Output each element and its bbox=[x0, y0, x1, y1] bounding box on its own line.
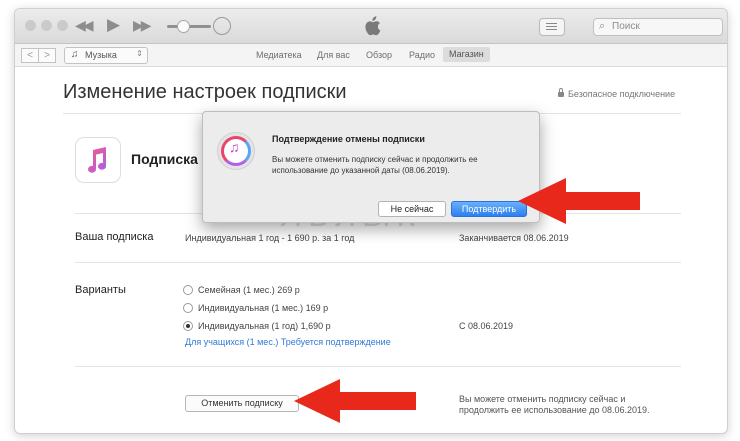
secure-connection-text: Безопасное подключение bbox=[568, 89, 676, 99]
tab-library[interactable]: Медиатека bbox=[256, 50, 302, 60]
music-note-icon: ♫ bbox=[229, 139, 240, 155]
arrow-left-icon bbox=[294, 379, 416, 423]
tab-radio[interactable]: Радио bbox=[409, 50, 435, 60]
option-label: Семейная (1 мес.) 269 р bbox=[198, 285, 300, 295]
option-individual-yearly-radio[interactable] bbox=[183, 321, 193, 331]
option-label: Индивидуальная (1 год) 1,690 р bbox=[198, 321, 331, 331]
search-input[interactable]: ⌕ Поиск bbox=[593, 18, 723, 36]
dialog-message: Вы можете отменить подписку сейчас и про… bbox=[272, 154, 520, 176]
title-bar: ◀◀ ▶ ▶▶ ⌕ Поиск bbox=[15, 9, 727, 44]
section-divider bbox=[75, 262, 681, 263]
media-source-selector[interactable]: ♫ Музыка ⇕ bbox=[64, 47, 148, 64]
cancel-info-line: Вы можете отменить подписку сейчас и bbox=[459, 394, 626, 404]
lock-icon bbox=[558, 88, 564, 97]
search-icon: ⌕ bbox=[599, 20, 606, 32]
current-plan-text: Индивидуальная 1 год - 1 690 р. за 1 год bbox=[185, 233, 355, 243]
dialog-title: Подтверждение отмены подписки bbox=[272, 134, 425, 144]
product-name: Подписка bbox=[131, 151, 198, 167]
apple-logo-icon bbox=[365, 16, 381, 36]
forward-button[interactable]: > bbox=[38, 48, 56, 63]
cancel-info-line: продолжить ее использование до 08.06.201… bbox=[459, 405, 650, 415]
options-label: Варианты bbox=[75, 284, 126, 296]
airplay-icon[interactable] bbox=[213, 17, 231, 35]
option-individual-monthly-radio[interactable] bbox=[183, 303, 193, 313]
back-button[interactable]: < bbox=[21, 48, 39, 63]
tab-store[interactable]: Магазин bbox=[443, 47, 490, 62]
tab-for-you[interactable]: Для вас bbox=[317, 50, 350, 60]
option-family-monthly-radio[interactable] bbox=[183, 285, 193, 295]
minimize-window-button[interactable] bbox=[41, 20, 52, 31]
confirm-button[interactable]: Подтвердить bbox=[451, 201, 527, 217]
zoom-window-button[interactable] bbox=[57, 20, 68, 31]
music-note-icon bbox=[88, 147, 107, 173]
media-source-label: Музыка bbox=[85, 50, 117, 60]
play-icon[interactable]: ▶ bbox=[107, 15, 120, 35]
secure-connection-label: Безопасное подключение bbox=[558, 88, 676, 99]
your-subscription-label: Ваша подписка bbox=[75, 231, 154, 243]
option-start-date: С 08.06.2019 bbox=[459, 321, 514, 331]
not-now-button[interactable]: Не сейчас bbox=[378, 201, 446, 217]
chevron-updown-icon: ⇕ bbox=[136, 49, 143, 58]
cancel-info-text: Вы можете отменить подписку сейчас и про… bbox=[459, 394, 699, 416]
search-placeholder: Поиск bbox=[612, 21, 640, 32]
page-title: Изменение настроек подписки bbox=[63, 81, 347, 103]
confirm-cancel-dialog: ♫ Подтверждение отмены подписки Вы может… bbox=[202, 111, 540, 223]
close-window-button[interactable] bbox=[25, 20, 36, 31]
arrow-left-icon bbox=[518, 178, 640, 224]
music-note-icon: ♫ bbox=[71, 49, 79, 60]
rewind-icon[interactable]: ◀◀ bbox=[75, 17, 93, 34]
apple-music-icon bbox=[75, 137, 121, 183]
tab-browse[interactable]: Обзор bbox=[366, 50, 392, 60]
up-next-list-button[interactable] bbox=[539, 18, 565, 36]
dialog-message-line: использование до указанной даты (08.06.2… bbox=[272, 166, 450, 175]
fast-forward-icon[interactable]: ▶▶ bbox=[133, 17, 151, 34]
dialog-message-line: Вы можете отменить подписку сейчас и про… bbox=[272, 155, 478, 164]
navigation-bar: < > ♫ Музыка ⇕ Медиатека Для вас Обзор Р… bbox=[15, 44, 727, 67]
volume-slider-knob[interactable] bbox=[177, 20, 190, 33]
expiry-date-text: Заканчивается 08.06.2019 bbox=[459, 233, 569, 243]
student-plan-link[interactable]: Для учащихся (1 мес.) Требуется подтверж… bbox=[185, 337, 391, 347]
itunes-icon: ♫ bbox=[217, 132, 255, 170]
section-divider bbox=[75, 366, 681, 367]
option-label: Индивидуальная (1 мес.) 169 р bbox=[198, 303, 329, 313]
cancel-subscription-button[interactable]: Отменить подписку bbox=[185, 395, 299, 412]
